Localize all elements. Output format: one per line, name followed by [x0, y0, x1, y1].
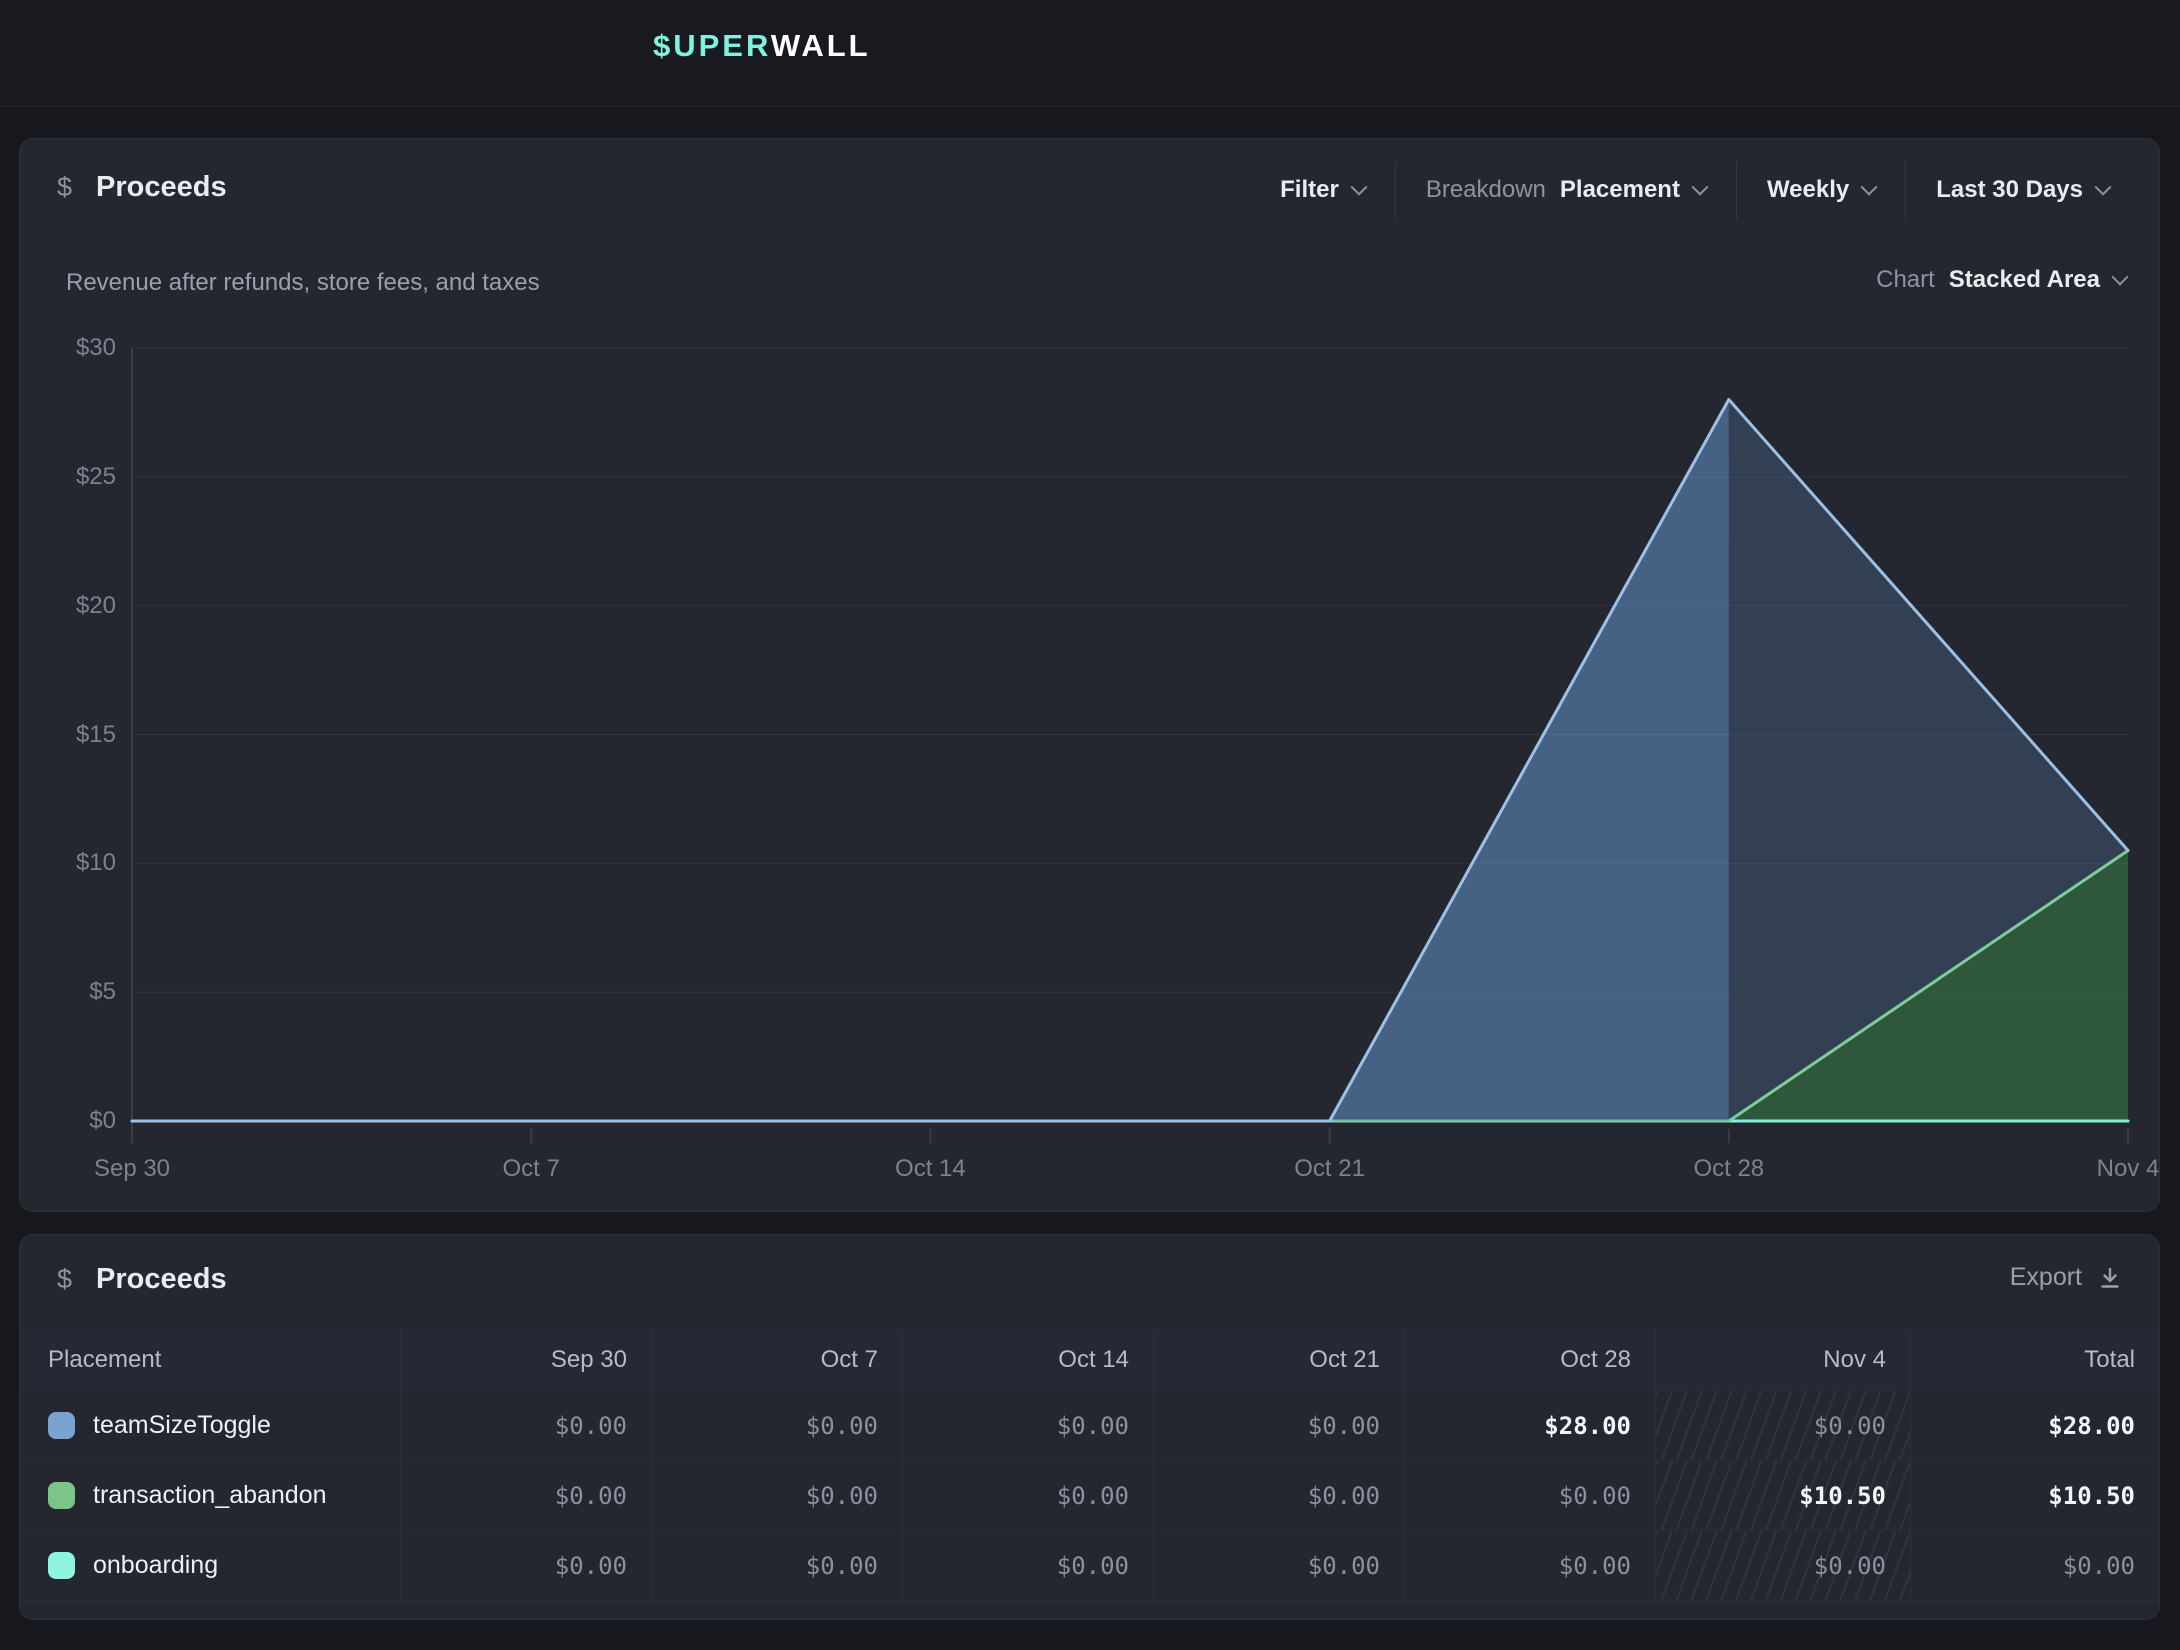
x-axis-tick-label: Oct 21	[1294, 1155, 1365, 1183]
table-header-cell: Nov 4	[1655, 1330, 1910, 1390]
table-header-cell: Oct 7	[651, 1330, 902, 1390]
placement-name: teamSizeToggle	[93, 1411, 271, 1440]
stacked-area-chart[interactable]	[20, 139, 2161, 1213]
table-card-header: $ Proceeds	[57, 1263, 227, 1296]
table-value-cell: $28.00	[1910, 1391, 2159, 1460]
y-axis-tick-label: $25	[24, 463, 116, 491]
table-row[interactable]: onboarding$0.00$0.00$0.00$0.00$0.00$0.00…	[20, 1531, 2159, 1601]
proceeds-table-card: $ Proceeds Export PlacementSep 30Oct 7Oc…	[19, 1234, 2160, 1620]
series-color-swatch	[48, 1412, 75, 1439]
proceeds-table: PlacementSep 30Oct 7Oct 14Oct 21Oct 28No…	[20, 1329, 2159, 1601]
table-value-cell: $0.00	[651, 1391, 902, 1460]
y-axis-tick-label: $10	[24, 849, 116, 877]
table-value-cell: $0.00	[902, 1531, 1153, 1600]
placement-name-cell: onboarding	[20, 1531, 400, 1600]
table-value-cell: $10.50	[1910, 1461, 2159, 1530]
proceeds-chart-card: $ Proceeds Filter Breakdown Placement We…	[19, 138, 2160, 1212]
table-value-cell: $0.00	[902, 1461, 1153, 1530]
placement-name: onboarding	[93, 1551, 218, 1580]
table-header-cell: Oct 14	[902, 1330, 1153, 1390]
table-header-cell: Placement	[20, 1330, 400, 1390]
table-card-title: Proceeds	[96, 1263, 227, 1296]
table-header-cell: Total	[1910, 1330, 2159, 1390]
top-navigation-bar: $UPERWALL	[0, 0, 2180, 107]
placement-name-cell: transaction_abandon	[20, 1461, 400, 1530]
table-value-cell: $0.00	[400, 1461, 651, 1530]
table-row[interactable]: teamSizeToggle$0.00$0.00$0.00$0.00$28.00…	[20, 1391, 2159, 1461]
y-axis-tick-label: $5	[24, 978, 116, 1006]
export-label: Export	[2010, 1263, 2082, 1292]
table-value-cell: $0.00	[902, 1391, 1153, 1460]
x-axis-tick-label: Oct 7	[503, 1155, 560, 1183]
table-value-cell: $0.00	[1404, 1531, 1655, 1600]
table-header-row: PlacementSep 30Oct 7Oct 14Oct 21Oct 28No…	[20, 1329, 2159, 1391]
y-axis-tick-label: $15	[24, 721, 116, 749]
table-value-cell: $0.00	[651, 1461, 902, 1530]
table-value-cell: $0.00	[1404, 1461, 1655, 1530]
download-icon	[2098, 1266, 2122, 1290]
y-axis-tick-label: $30	[24, 334, 116, 362]
table-value-cell: $0.00	[1655, 1391, 1910, 1460]
table-header-cell: Oct 28	[1404, 1330, 1655, 1390]
table-value-cell: $0.00	[1655, 1531, 1910, 1600]
series-color-swatch	[48, 1482, 75, 1509]
placement-name: transaction_abandon	[93, 1481, 327, 1510]
y-axis-tick-label: $0	[24, 1107, 116, 1135]
table-value-cell: $0.00	[400, 1391, 651, 1460]
table-value-cell: $0.00	[1153, 1461, 1404, 1530]
table-value-cell: $0.00	[400, 1531, 651, 1600]
table-value-cell: $0.00	[1153, 1531, 1404, 1600]
x-axis-tick-label: Oct 28	[1693, 1155, 1764, 1183]
logo-accent-text: $UPER	[653, 28, 771, 63]
y-axis-tick-label: $20	[24, 592, 116, 620]
table-value-cell: $0.00	[1910, 1531, 2159, 1600]
x-axis-tick-label: Sep 30	[94, 1155, 170, 1183]
table-value-cell: $0.00	[1153, 1391, 1404, 1460]
logo-rest-text: WALL	[771, 28, 871, 63]
x-axis-tick-label: Oct 14	[895, 1155, 966, 1183]
table-row[interactable]: transaction_abandon$0.00$0.00$0.00$0.00$…	[20, 1461, 2159, 1531]
table-header-cell: Sep 30	[400, 1330, 651, 1390]
table-value-cell: $28.00	[1404, 1391, 1655, 1460]
dollar-icon: $	[57, 1264, 72, 1295]
x-axis-tick-label: Nov 4	[2097, 1155, 2160, 1183]
series-color-swatch	[48, 1552, 75, 1579]
table-value-cell: $10.50	[1655, 1461, 1910, 1530]
table-value-cell: $0.00	[651, 1531, 902, 1600]
placement-name-cell: teamSizeToggle	[20, 1391, 400, 1460]
superwall-logo[interactable]: $UPERWALL	[653, 28, 871, 64]
export-button[interactable]: Export	[2010, 1263, 2122, 1292]
table-header-cell: Oct 21	[1153, 1330, 1404, 1390]
